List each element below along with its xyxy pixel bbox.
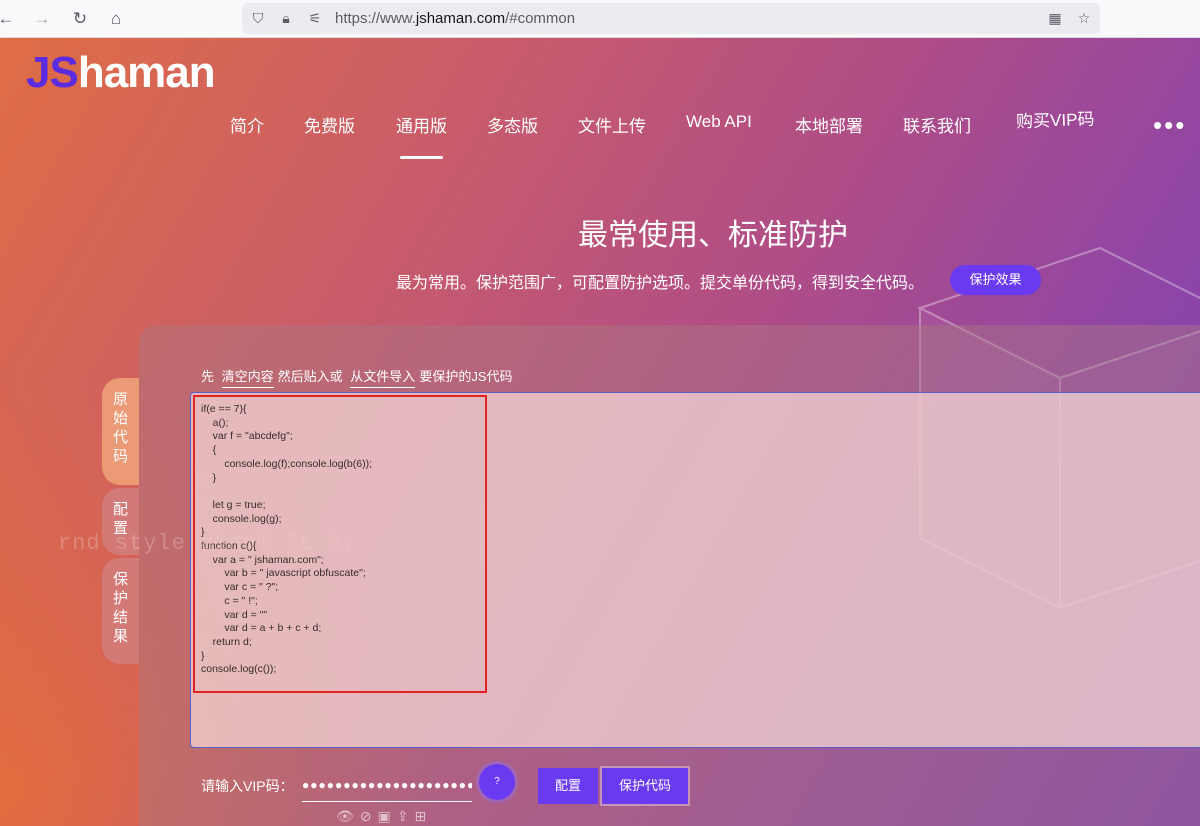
more-menu-icon[interactable]: ••• [1153, 110, 1186, 141]
protection-effect-button[interactable]: 保护效果 [950, 265, 1041, 295]
nav-item-polymorphic[interactable]: 多态版 [487, 112, 538, 137]
vip-label: 请输入VIP码： [201, 778, 294, 794]
instr-text-1: 先 [201, 369, 215, 384]
share-icon[interactable]: ⊞ [414, 808, 432, 824]
nav-item-web-api[interactable]: Web API [686, 112, 752, 132]
help-button[interactable]: ? [479, 764, 515, 800]
nav-item-buy-vip[interactable]: 购买VIP码 [1016, 105, 1095, 133]
browser-toolbar: ← → ↻ ⌂ ⛉ 🔒︎ ⚟ https://www.jshaman.com/#… [0, 0, 1200, 38]
url-text[interactable]: https://www.jshaman.com/#common [335, 10, 575, 27]
reload-icon[interactable]: ↻ [68, 7, 92, 31]
watermark-text: rnd style dingl ft 0; [58, 531, 357, 556]
save-icon[interactable]: ▣ [378, 808, 397, 824]
nav-item-file-upload[interactable]: 文件上传 [578, 112, 646, 137]
import-file-link[interactable]: 从文件导入 [350, 369, 416, 388]
hero-subtitle: 最为常用。保护范围广，可配置防护选项。提交单份代码，得到安全代码。 [396, 275, 925, 292]
shield-icon[interactable]: ⛉ [247, 7, 269, 29]
forward-icon[interactable]: → [30, 7, 54, 31]
bookmark-star-icon[interactable]: ☆ [1073, 7, 1095, 29]
instr-text-2: 然后贴入或 [277, 369, 343, 384]
nav-item-free[interactable]: 免费版 [304, 112, 355, 137]
eye-off-icon[interactable]: ⊘ [360, 808, 378, 824]
tab-protected-result[interactable]: 保护结果 [102, 558, 139, 664]
clear-content-link[interactable]: 清空内容 [221, 369, 274, 388]
upload-icon[interactable]: ⇪ [397, 808, 415, 824]
main-nav: 简介 免费版 通用版 多态版 文件上传 Web API 本地部署 联系我们 购买… [0, 110, 1200, 159]
home-icon[interactable]: ⌂ [104, 7, 128, 31]
nav-item-contact[interactable]: 联系我们 [903, 112, 971, 137]
address-bar[interactable]: ⛉ 🔒︎ ⚟ https://www.jshaman.com/#common ▦… [242, 3, 1100, 34]
vip-code-input[interactable]: ●●●●●●●●●●●●●●●●●●●●● [302, 768, 472, 802]
nav-item-local-deploy[interactable]: 本地部署 [795, 112, 863, 137]
hero-title: 最常使用、标准防护 [578, 219, 848, 252]
editor-toolbar: 👁︎⊘▣⇪⊞ [336, 808, 432, 825]
qr-code-icon[interactable]: ▦ [1044, 7, 1066, 29]
page: JShaman 简介 免费版 通用版 多态版 文件上传 Web API 本地部署… [0, 38, 1200, 826]
instructions: 先 清空内容 然后贴入或 从文件导入 要保护的JS代码 [201, 366, 513, 388]
tab-original-code[interactable]: 原始代码 [102, 378, 139, 485]
instr-text-3: 要保护的JS代码 [419, 369, 513, 384]
protect-code-button[interactable]: 保护代码 [602, 768, 688, 804]
permissions-icon[interactable]: ⚟ [304, 7, 326, 29]
lock-icon[interactable]: 🔒︎ [275, 7, 297, 29]
nav-item-intro[interactable]: 简介 [230, 112, 264, 137]
nav-item-common[interactable]: 通用版 [396, 112, 447, 159]
config-button[interactable]: 配置 [538, 768, 598, 804]
jshaman-logo[interactable]: JShaman [26, 48, 216, 98]
eye-icon[interactable]: 👁︎ [336, 808, 360, 824]
back-icon[interactable]: ← [0, 7, 18, 31]
